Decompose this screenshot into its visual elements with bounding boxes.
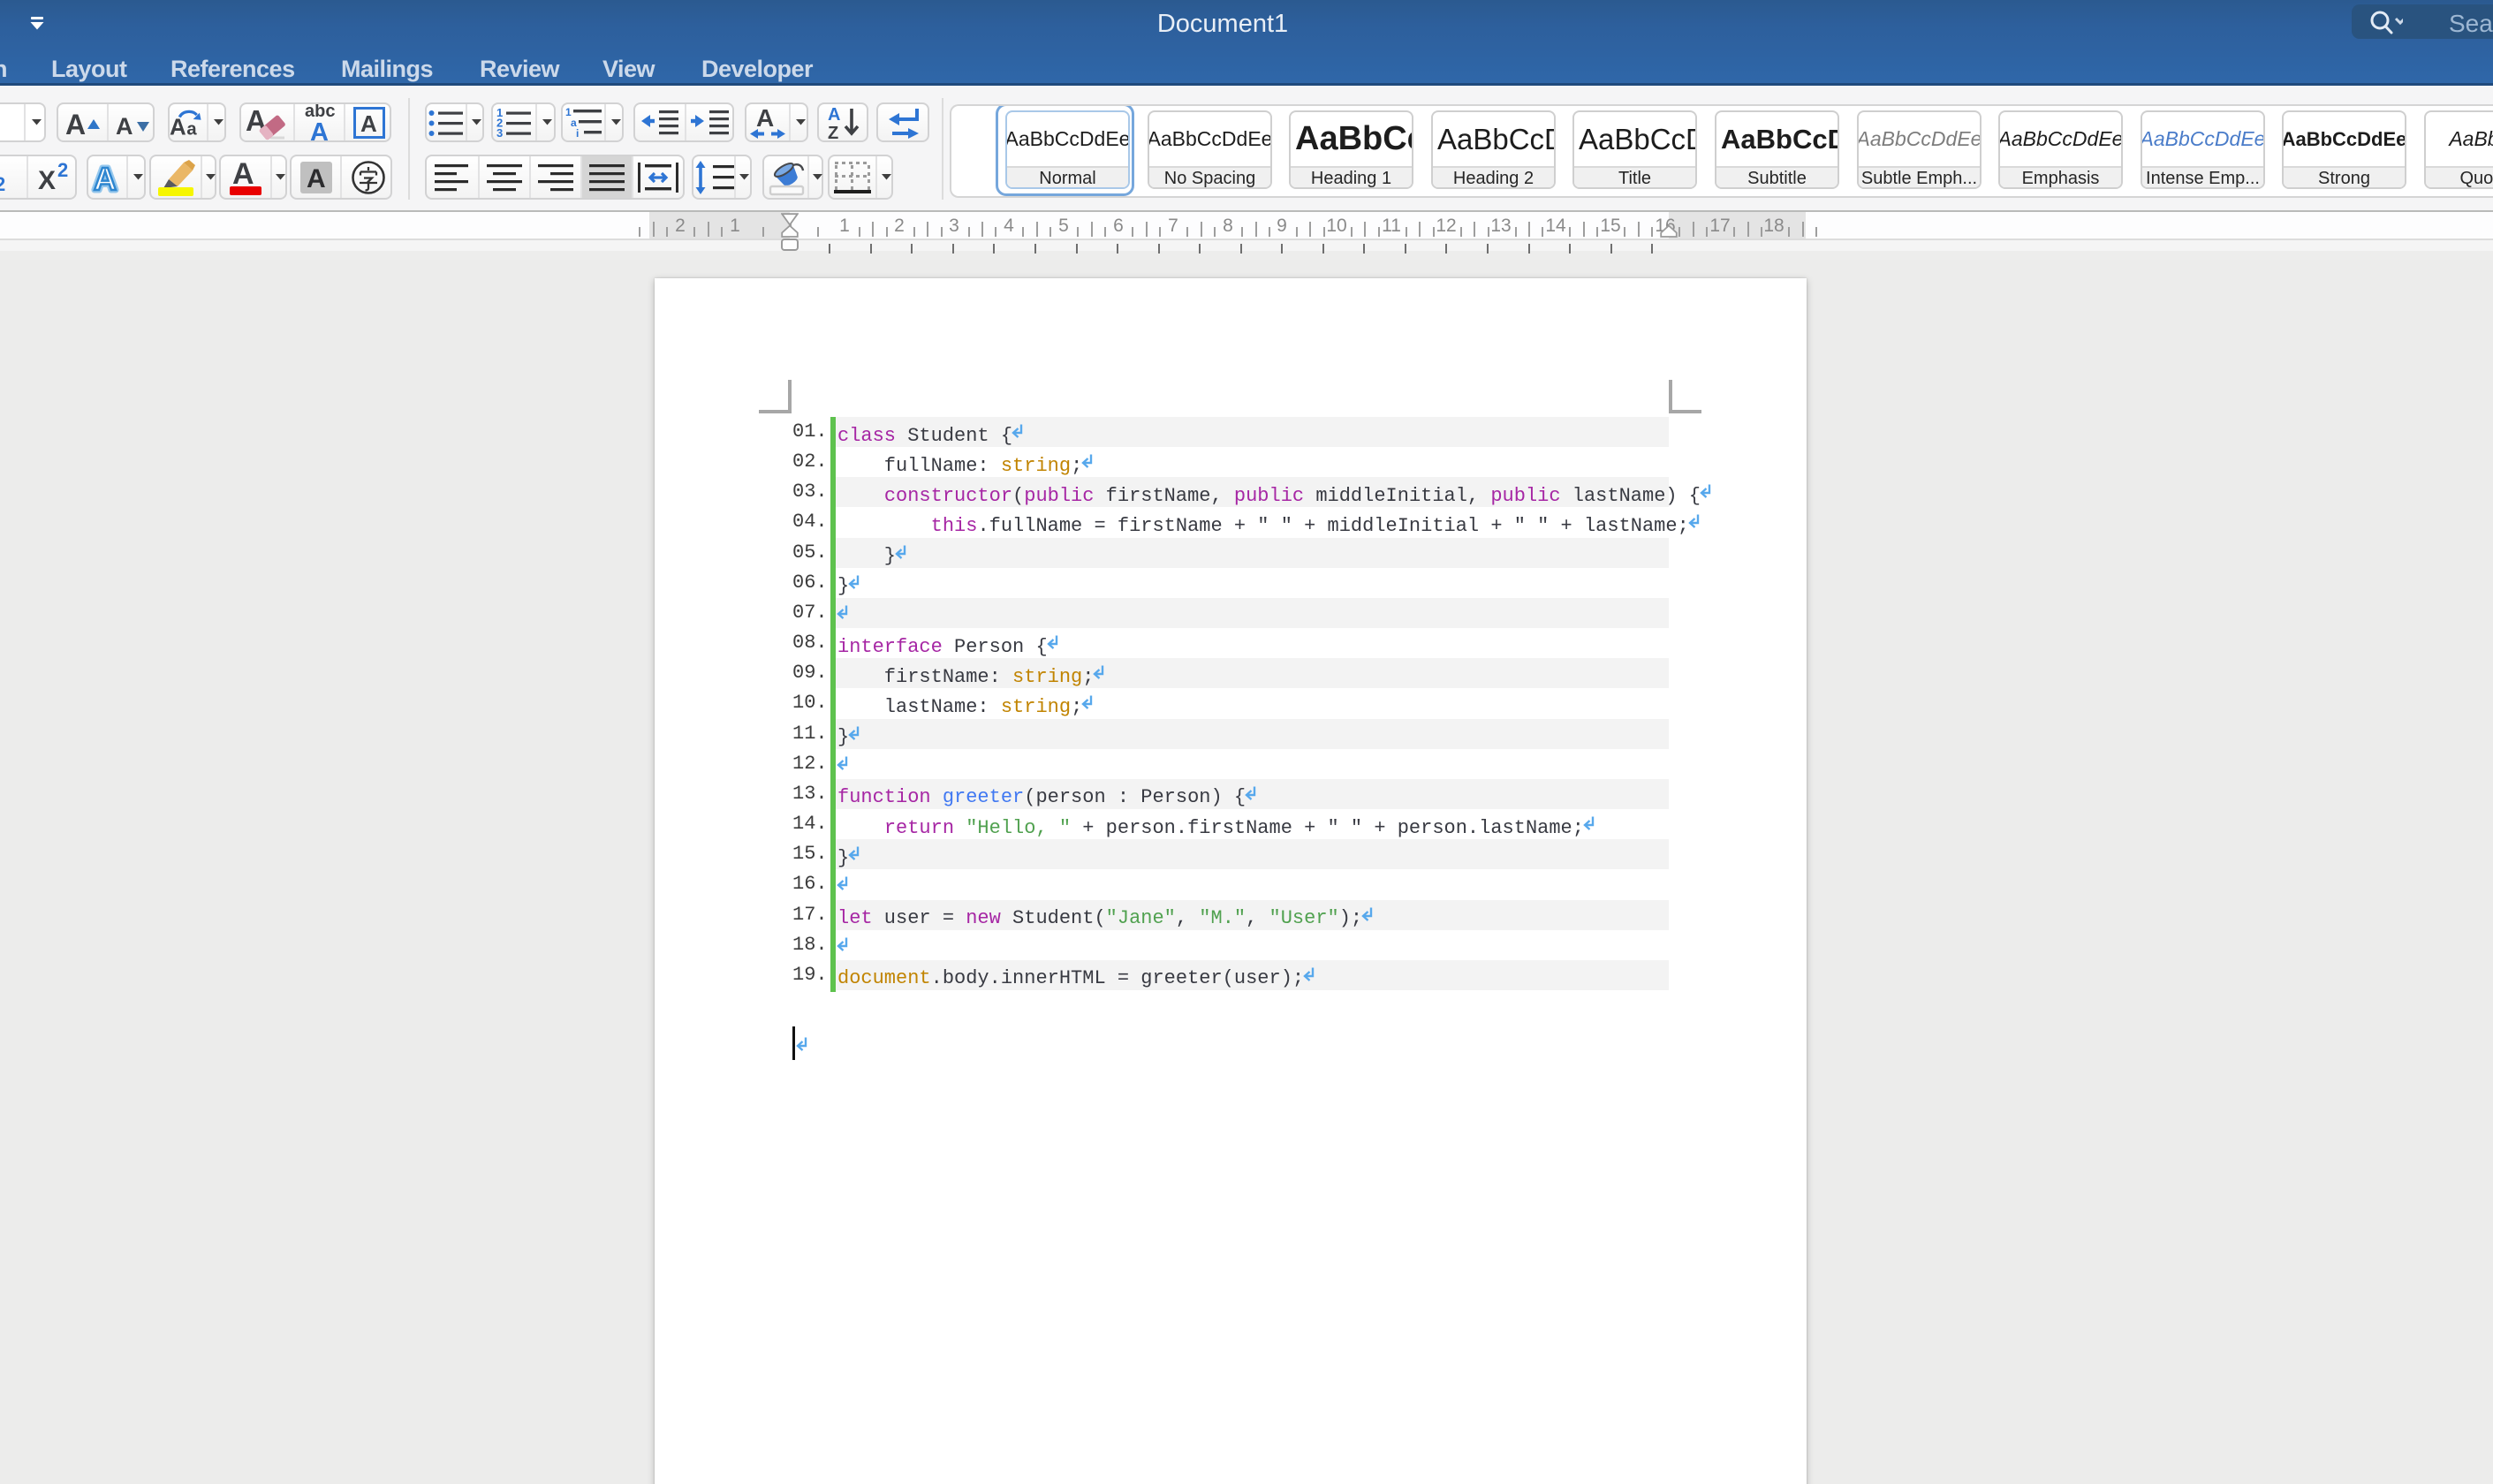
svg-text:A: A — [828, 105, 840, 125]
svg-text:A: A — [65, 109, 86, 139]
svg-text:A: A — [232, 159, 254, 191]
svg-text:X: X — [38, 166, 56, 193]
svg-text:A: A — [307, 164, 326, 193]
svg-text:i: i — [576, 127, 579, 140]
svg-text:2: 2 — [0, 173, 5, 193]
svg-text:A: A — [310, 118, 329, 141]
svg-text:A: A — [116, 113, 133, 137]
svg-text:A: A — [94, 161, 117, 195]
svg-text:3: 3 — [496, 126, 503, 139]
svg-text:2: 2 — [57, 163, 68, 181]
svg-text:A: A — [170, 115, 186, 140]
svg-text:Z: Z — [828, 124, 838, 140]
svg-text:a: a — [186, 119, 197, 139]
svg-text:A: A — [360, 110, 377, 137]
svg-text:A: A — [756, 105, 774, 132]
